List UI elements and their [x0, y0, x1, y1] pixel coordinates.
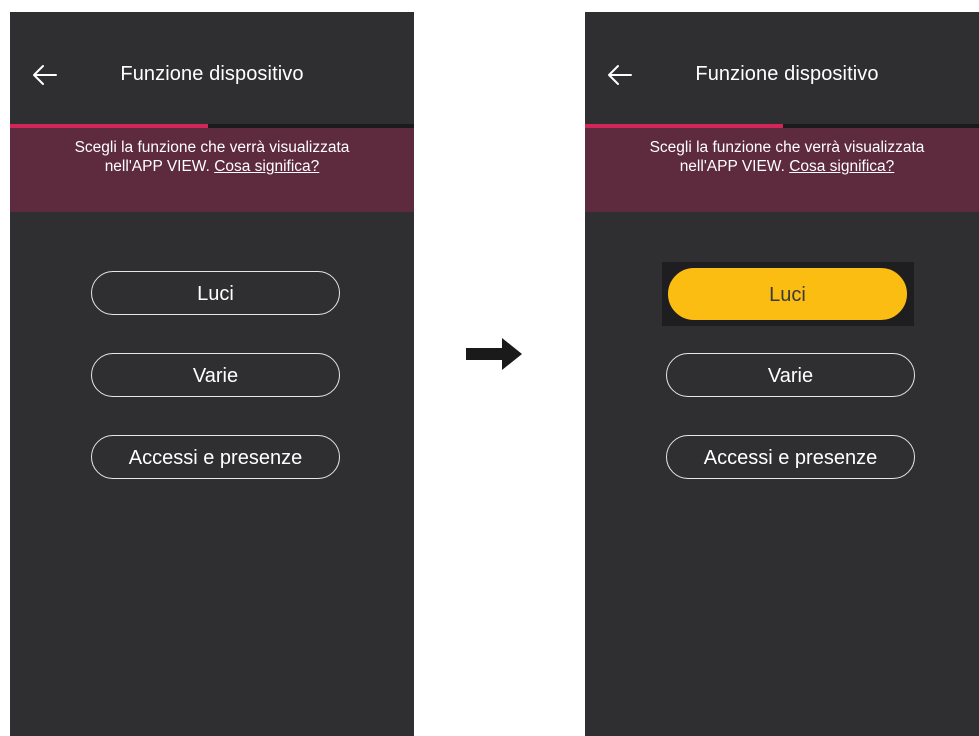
option-button-varie[interactable]: Varie [91, 353, 340, 397]
screen-after: Funzione dispositivo Scegli la funzione … [585, 12, 979, 736]
banner-text-prefix: nell'APP VIEW. [679, 158, 790, 175]
banner-text-line1: Scegli la funzione che verrà visualizzat… [74, 139, 350, 156]
info-banner: Scegli la funzione che verrà visualizzat… [585, 128, 979, 212]
arrow-right-icon [466, 338, 522, 370]
screen-before: Funzione dispositivo Scegli la funzione … [10, 12, 414, 736]
page-title: Funzione dispositivo [120, 63, 304, 85]
app-bar: Funzione dispositivo [585, 12, 979, 124]
banner-text-line1: Scegli la funzione che verrà visualizzat… [649, 139, 925, 156]
option-button-accessi-presenze[interactable]: Accessi e presenze [666, 435, 915, 479]
banner-text-prefix: nell'APP VIEW. [104, 158, 215, 175]
help-link[interactable]: Cosa significa? [214, 158, 319, 175]
page-title: Funzione dispositivo [695, 63, 879, 85]
comparison-stage: Funzione dispositivo Scegli la funzione … [0, 0, 979, 736]
option-button-accessi-presenze[interactable]: Accessi e presenze [91, 435, 340, 479]
option-button-luci-selected[interactable]: Luci [668, 268, 907, 320]
banner-text-line2: nell'APP VIEW. Cosa significa? [585, 157, 979, 176]
option-button-luci[interactable]: Luci [91, 271, 340, 315]
option-button-varie[interactable]: Varie [666, 353, 915, 397]
info-banner: Scegli la funzione che verrà visualizzat… [10, 128, 414, 212]
app-bar: Funzione dispositivo [10, 12, 414, 124]
help-link[interactable]: Cosa significa? [789, 158, 894, 175]
banner-text-line2: nell'APP VIEW. Cosa significa? [10, 157, 414, 176]
